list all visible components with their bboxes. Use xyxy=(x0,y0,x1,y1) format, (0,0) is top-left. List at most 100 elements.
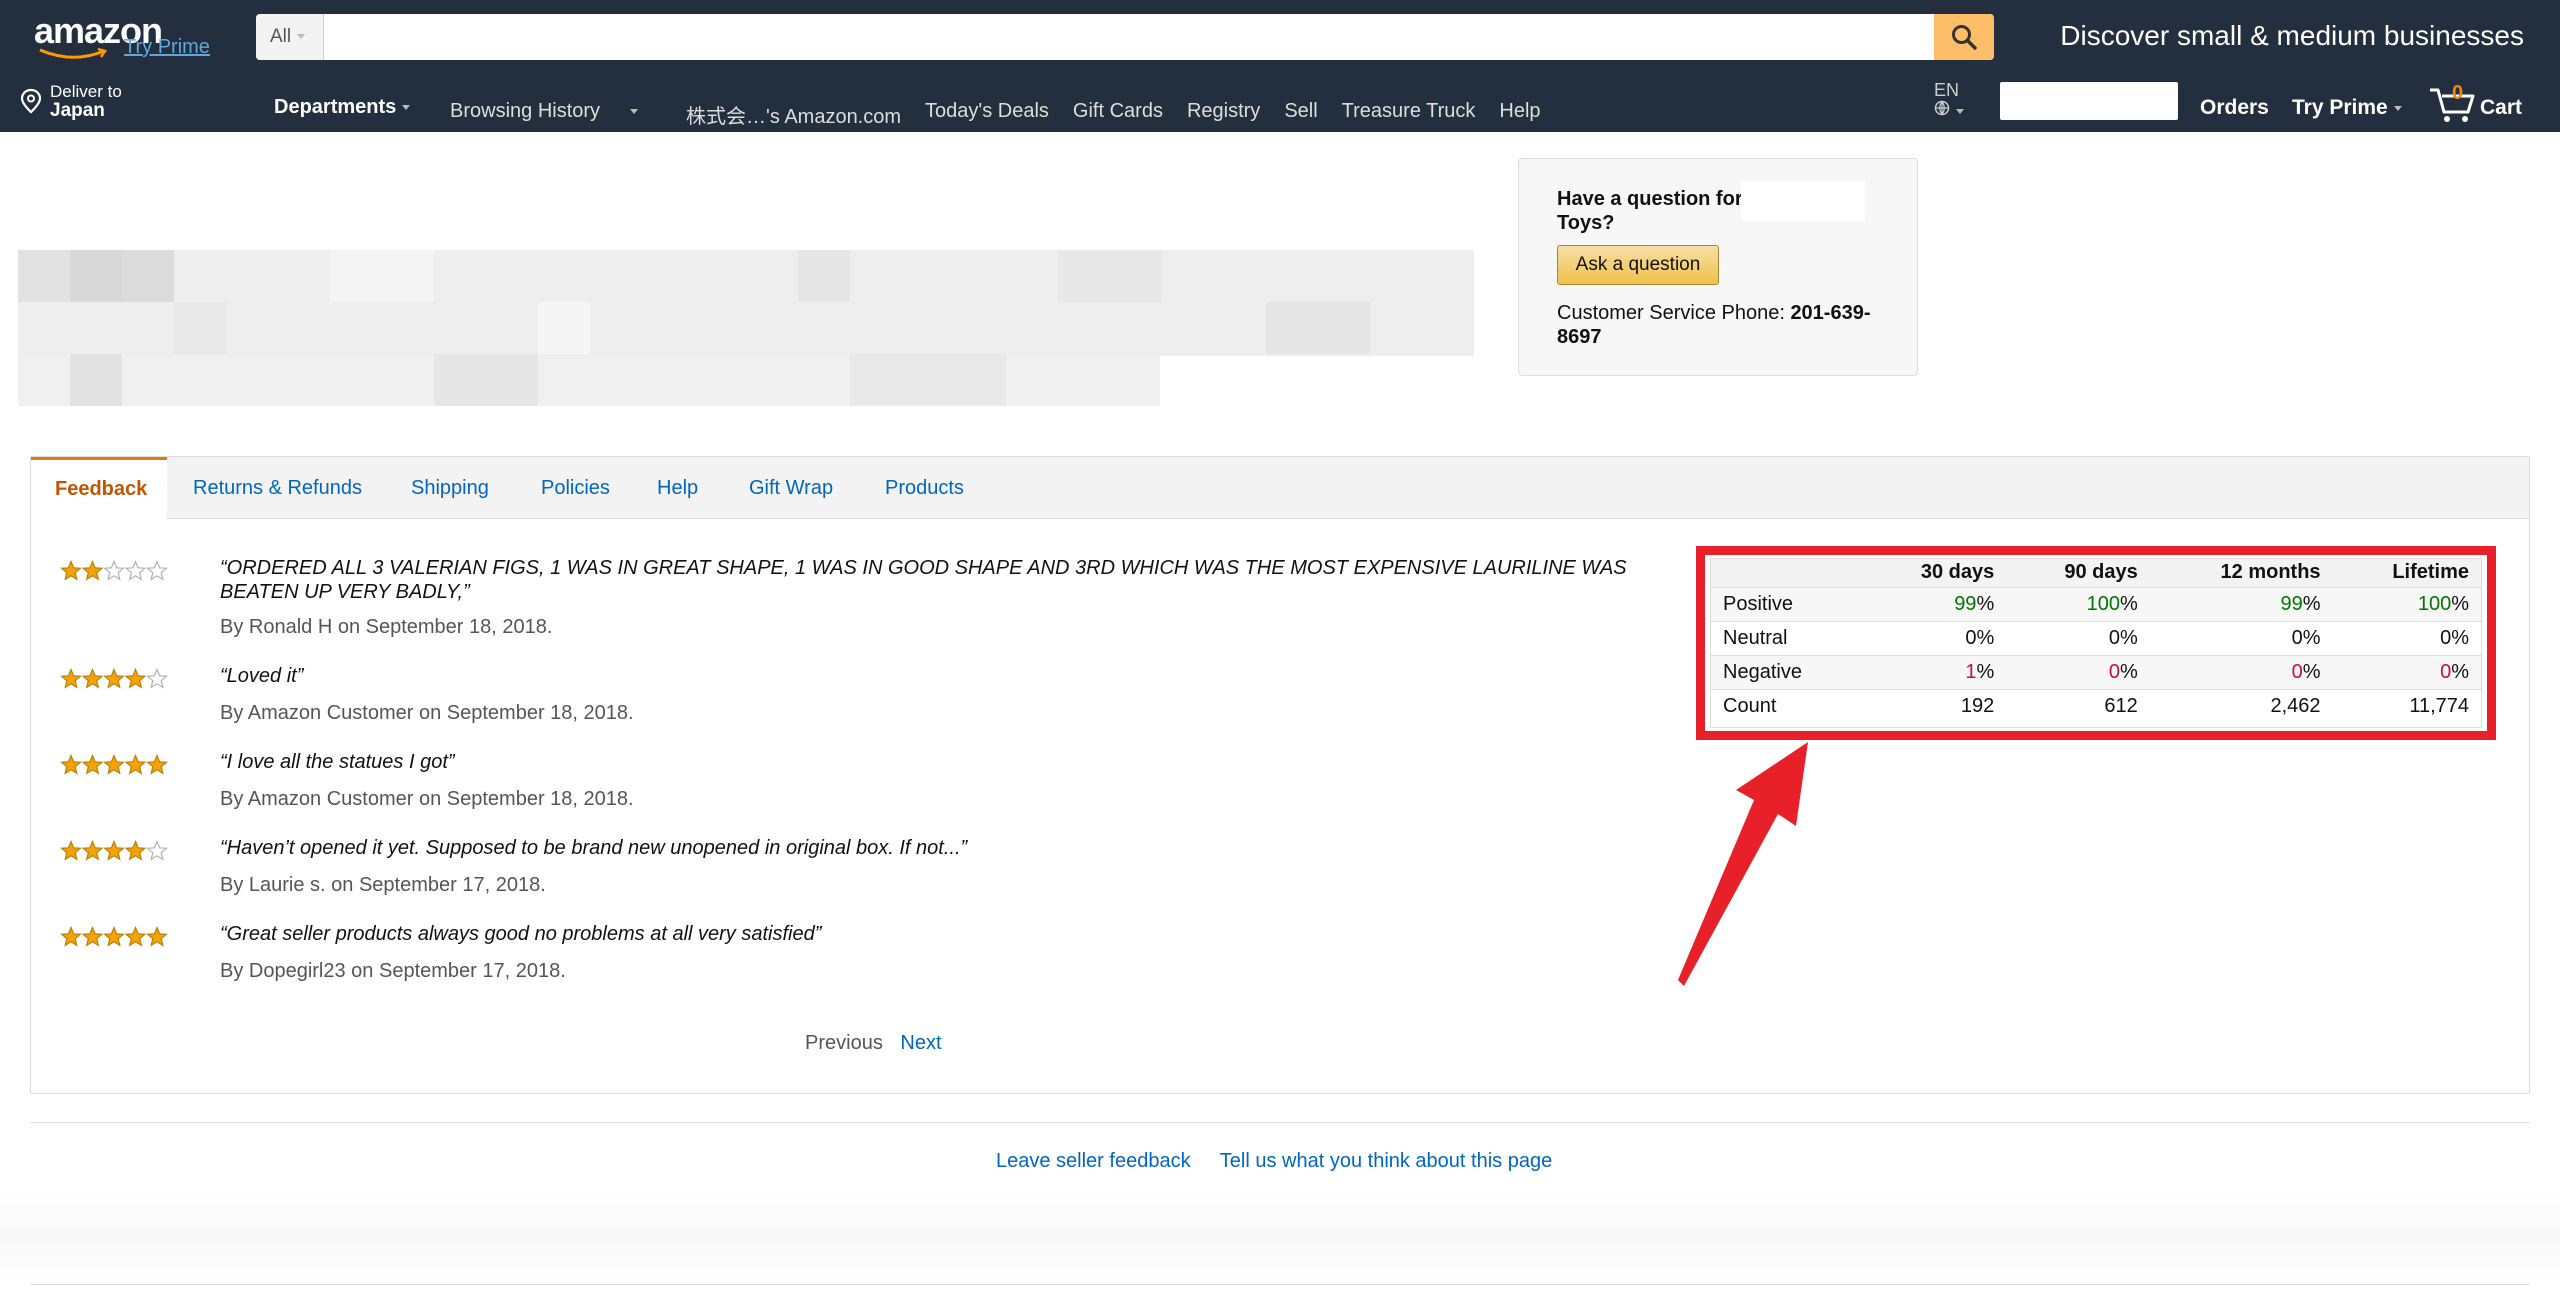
star-rating-icons xyxy=(60,753,168,775)
promo-banner[interactable]: Discover small & medium businesses xyxy=(2060,20,2524,52)
stats-header: 90 days xyxy=(2006,559,2150,587)
star-empty-icon xyxy=(146,559,168,581)
tab-products[interactable]: Products xyxy=(885,457,964,519)
tab-policies[interactable]: Policies xyxy=(541,457,610,519)
stats-value: 0 xyxy=(2291,660,2303,683)
stats-row-label: Neutral xyxy=(1711,620,1863,655)
departments-menu[interactable]: Departments xyxy=(274,96,411,119)
search-category-label: All xyxy=(270,26,292,47)
nav-link-browsing-history[interactable]: Browsing History xyxy=(450,100,662,129)
nav-link-account-store[interactable]: 株式会…'s Amazon.com xyxy=(686,100,901,129)
stats-cell: 0% xyxy=(2006,654,2150,689)
stats-suffix: % xyxy=(2302,660,2321,683)
globe-icon xyxy=(1934,100,1950,116)
feedback-stats-table: 30 days 90 days 12 months Lifetime Posit… xyxy=(1710,558,2482,728)
stats-row-positive: Positive 99% 100% 99% 100% xyxy=(1711,586,2481,621)
stats-cell: 99% xyxy=(1862,586,2007,621)
review-item: “Great seller products always good no pr… xyxy=(60,922,1660,982)
star-rating xyxy=(60,753,170,776)
ask-question-button[interactable]: Ask a question xyxy=(1557,245,1719,285)
stats-suffix: % xyxy=(2119,626,2138,649)
search-input[interactable] xyxy=(324,14,1934,60)
nav-link-label: Browsing History xyxy=(450,100,601,122)
amazon-logo[interactable]: amazon Try Prime xyxy=(34,8,234,62)
search-category-dropdown[interactable]: All xyxy=(256,14,324,60)
star-empty-icon xyxy=(146,839,168,861)
review-quote: “Loved it” xyxy=(220,665,304,687)
stats-cell: 100% xyxy=(2006,586,2150,621)
chevron-down-icon xyxy=(402,105,411,111)
nav-link-sell[interactable]: Sell xyxy=(1284,100,1317,129)
stats-suffix: % xyxy=(2302,626,2321,649)
next-link[interactable]: Next xyxy=(900,1032,941,1054)
nav-link-todays-deals[interactable]: Today's Deals xyxy=(925,100,1049,129)
smile-icon xyxy=(39,48,107,59)
stats-value: 0 xyxy=(2108,660,2120,683)
nav-link-registry[interactable]: Registry xyxy=(1187,100,1260,129)
stats-value: 100 xyxy=(2417,592,2452,615)
review-byline: By Amazon Customer on September 18, 2018… xyxy=(220,788,634,810)
stats-value: 0 xyxy=(2291,626,2303,649)
customer-service-phone: Customer Service Phone: 201-639-8697 xyxy=(1557,301,1897,349)
stats-cell: 0% xyxy=(1862,620,2007,655)
tab-help[interactable]: Help xyxy=(657,457,698,519)
stats-header xyxy=(1711,559,1863,587)
review-quote: “ORDERED ALL 3 VALERIAN FIGS, 1 WAS IN G… xyxy=(220,557,1627,603)
tab-feedback[interactable]: Feedback xyxy=(31,457,167,520)
review-byline: By Ronald H on September 18, 2018. xyxy=(220,616,553,638)
star-empty-icon xyxy=(103,559,125,581)
star-filled-icon xyxy=(60,925,82,947)
review-quote: “Great seller products always good no pr… xyxy=(220,923,822,945)
tab-gift-wrap[interactable]: Gift Wrap xyxy=(749,457,833,519)
star-filled-icon xyxy=(146,753,168,775)
stats-value: 99 xyxy=(2280,592,2303,615)
stats-cell: 0% xyxy=(2149,654,2333,689)
page-feedback-link[interactable]: Tell us what you think about this page xyxy=(1220,1150,1552,1172)
stats-header-row: 30 days 90 days 12 months Lifetime xyxy=(1711,559,2481,587)
star-filled-icon xyxy=(124,839,147,861)
stats-suffix: % xyxy=(2451,660,2469,683)
star-filled-icon xyxy=(81,667,104,689)
nav-link-help[interactable]: Help xyxy=(1499,100,1540,129)
search-button[interactable] xyxy=(1934,14,1994,60)
star-rating-icons xyxy=(60,925,168,947)
nav-link-treasure-truck[interactable]: Treasure Truck xyxy=(1342,100,1476,129)
star-rating xyxy=(60,667,170,690)
stats-suffix: % xyxy=(1976,626,1995,649)
nav-link-gift-cards[interactable]: Gift Cards xyxy=(1073,100,1163,129)
leave-seller-feedback-link[interactable]: Leave seller feedback xyxy=(996,1150,1191,1172)
tab-shipping[interactable]: Shipping xyxy=(411,457,489,519)
review-byline: By Dopegirl23 on September 17, 2018. xyxy=(220,960,566,982)
tab-returns-refunds[interactable]: Returns & Refunds xyxy=(193,457,362,519)
star-filled-icon xyxy=(81,559,104,581)
deliver-to[interactable]: Deliver to Japan xyxy=(20,80,180,124)
star-filled-icon xyxy=(60,753,82,775)
language-selector[interactable]: EN xyxy=(1934,80,1964,120)
stats-row-count: Count 192 612 2,462 11,774 xyxy=(1711,688,2481,723)
stats-cell: 0% xyxy=(2332,654,2481,689)
cart-button[interactable]: 0 Cart xyxy=(2428,80,2538,124)
stats-cell: 11,774 xyxy=(2332,688,2481,723)
chevron-down-icon xyxy=(2393,105,2402,111)
try-prime-link[interactable]: Try Prime xyxy=(124,36,210,59)
search-icon xyxy=(1952,25,1977,50)
star-filled-icon xyxy=(124,667,147,689)
review-item: “ORDERED ALL 3 VALERIAN FIGS, 1 WAS IN G… xyxy=(60,556,1660,640)
stats-cell: 0% xyxy=(2149,620,2333,655)
stats-header: Lifetime xyxy=(2332,559,2481,587)
review-quote: “I love all the statues I got” xyxy=(220,751,455,773)
deliver-label: Deliver to xyxy=(50,82,122,101)
orders-link[interactable]: Orders xyxy=(2200,96,2269,120)
star-rating-icons xyxy=(60,559,168,581)
account-redacted[interactable] xyxy=(2000,82,2178,120)
stats-row-negative: Negative 1% 0% 0% 0% xyxy=(1711,654,2481,689)
top-navbar: amazon Try Prime All Discover small & me… xyxy=(0,0,2560,66)
deliver-country: Japan xyxy=(50,100,105,121)
pagination: Previous Next xyxy=(805,1032,942,1055)
star-filled-icon xyxy=(81,753,104,775)
tab-bar: Feedback Returns & Refunds Shipping Poli… xyxy=(31,457,2529,520)
departments-label: Departments xyxy=(274,96,397,118)
try-prime-menu[interactable]: Try Prime xyxy=(2292,96,2402,120)
stats-cell: 100% xyxy=(2332,586,2481,621)
chevron-down-icon xyxy=(297,34,306,40)
